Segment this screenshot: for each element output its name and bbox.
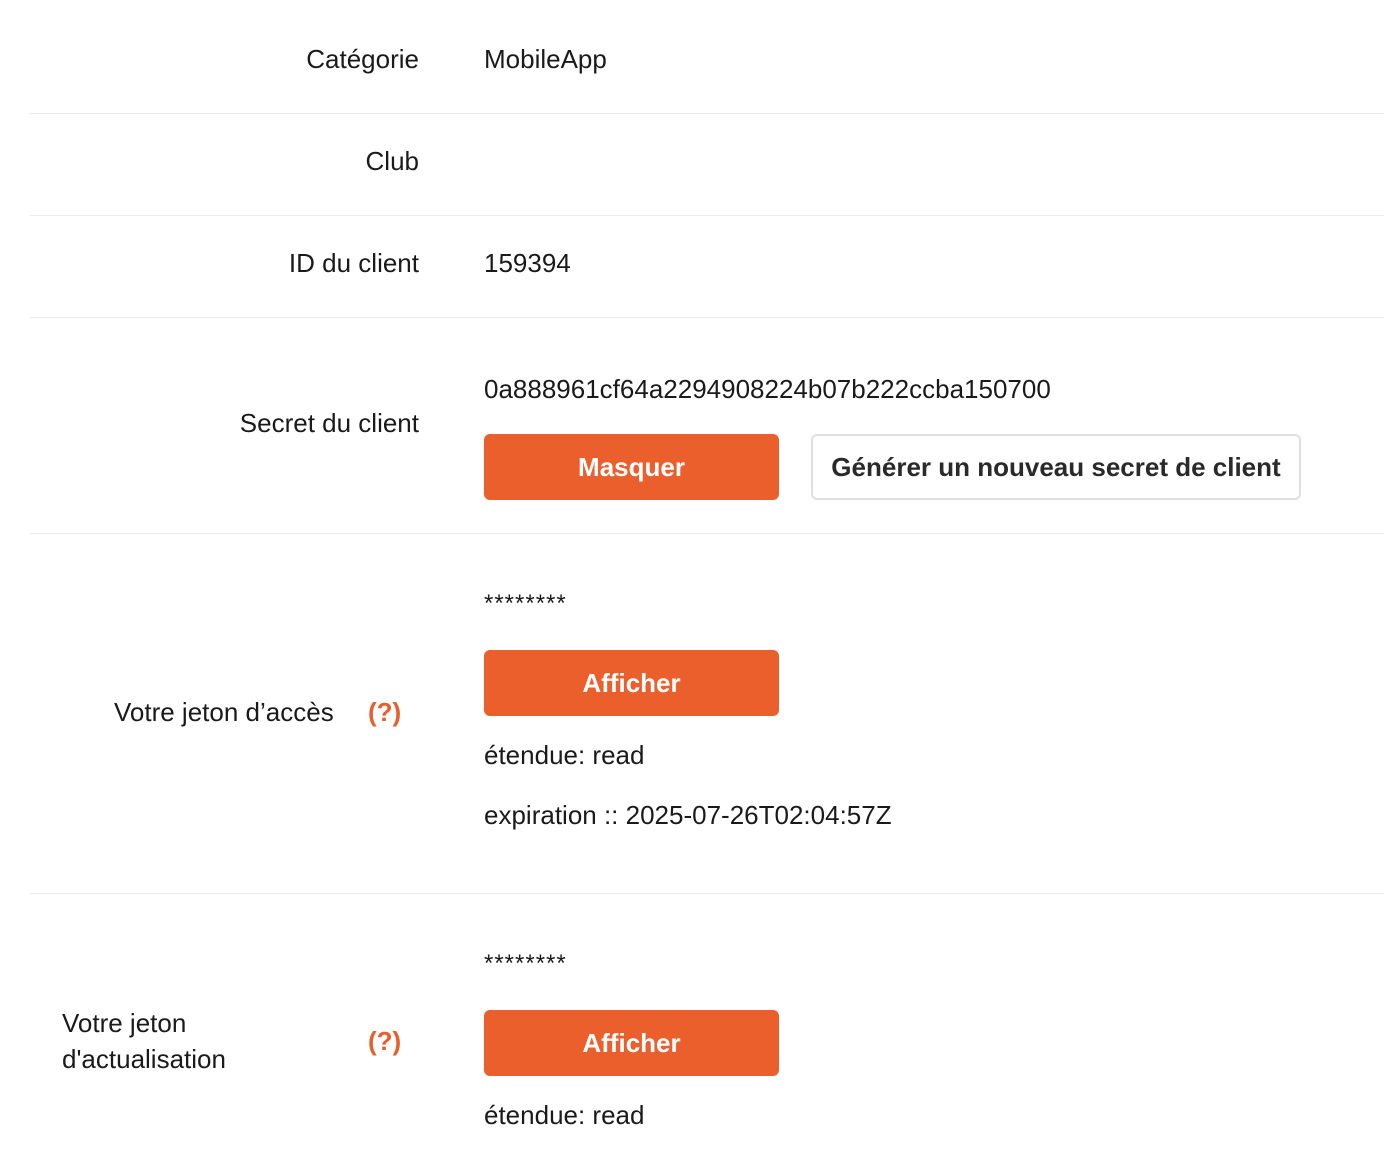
access-token-masked: ******** <box>484 590 567 617</box>
access-token-scope: étendue: read <box>484 740 645 770</box>
access-token-row: Votre jeton d’accès (?) ******** Affiche… <box>30 534 1384 894</box>
show-refresh-token-button[interactable]: Afficher <box>484 1010 779 1076</box>
refresh-token-help-icon[interactable]: (?) <box>368 1026 401 1057</box>
client-id-label: ID du client <box>288 248 419 278</box>
client-id-value: 159394 <box>484 248 571 278</box>
show-access-token-button[interactable]: Afficher <box>484 650 779 716</box>
client-secret-value: 0a888961cf64a2294908224b07b222ccba150700 <box>484 374 1051 404</box>
club-row: Club <box>30 114 1384 216</box>
category-row: Catégorie MobileApp <box>30 0 1384 114</box>
refresh-token-label-line2: d'actualisation <box>62 1044 226 1074</box>
client-secret-row: Secret du client 0a888961cf64a2294908224… <box>30 318 1384 534</box>
refresh-token-masked: ******** <box>484 950 567 977</box>
access-token-help-icon[interactable]: (?) <box>368 697 401 728</box>
access-token-expiration: expiration :: 2025-07-26T02:04:57Z <box>484 800 892 830</box>
refresh-token-scope: étendue: read <box>484 1100 645 1130</box>
regenerate-secret-button[interactable]: Générer un nouveau secret de client <box>811 434 1301 500</box>
hide-secret-button[interactable]: Masquer <box>484 434 779 500</box>
access-token-label: Votre jeton d’accès <box>114 697 334 727</box>
refresh-token-row: Votre jeton d'actualisation (?) ********… <box>30 894 1384 1168</box>
client-secret-label: Secret du client <box>239 408 419 438</box>
category-value: MobileApp <box>484 44 607 74</box>
refresh-token-label-line1: Votre jeton <box>62 1008 187 1038</box>
club-label: Club <box>365 146 419 176</box>
category-label: Catégorie <box>306 44 419 74</box>
client-id-row: ID du client 159394 <box>30 216 1384 318</box>
